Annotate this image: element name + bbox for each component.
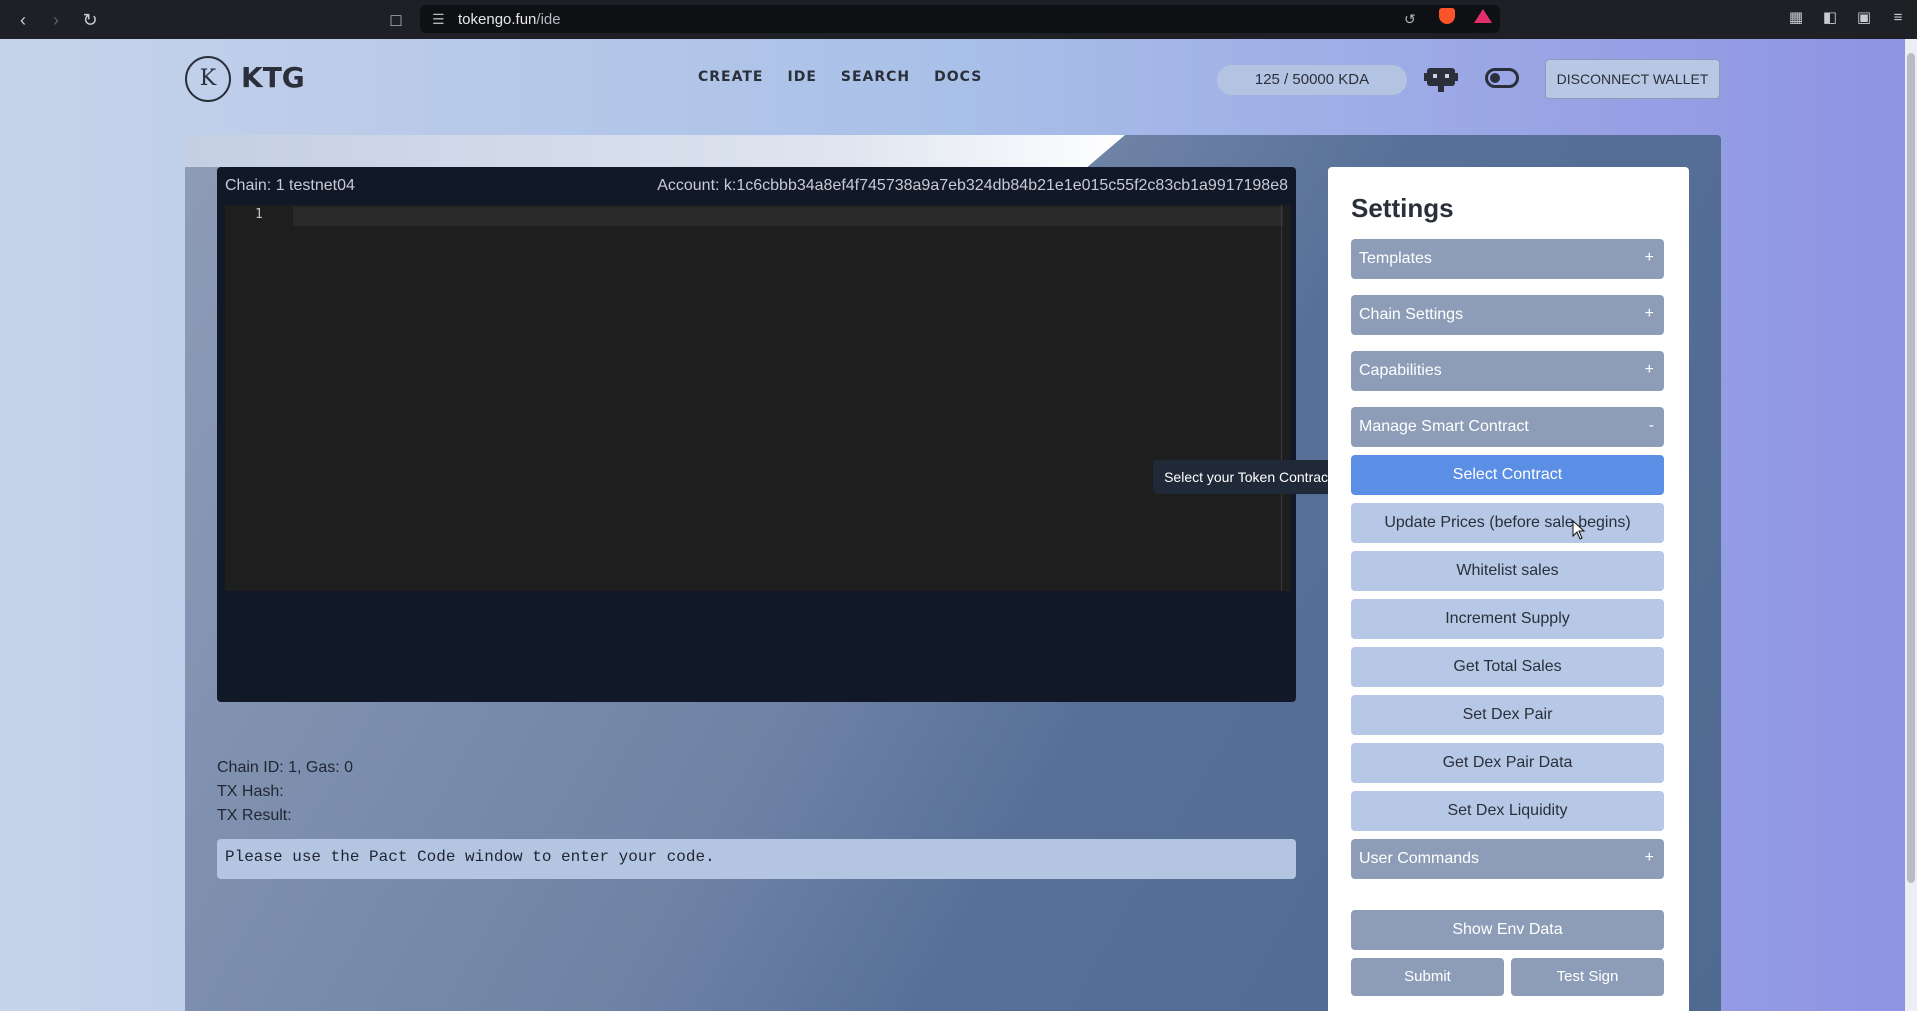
settings-panel: Settings Templates + Chain Settings + Ca…: [1328, 167, 1689, 1011]
ide-panel: Chain: 1 testnet04 Account: k:1c6cbbb34a…: [185, 135, 1721, 1011]
accordion-user-commands[interactable]: User Commands +: [1351, 839, 1664, 879]
whitelist-sales-button[interactable]: Whitelist sales: [1351, 551, 1664, 591]
get-total-sales-button[interactable]: Get Total Sales: [1351, 647, 1664, 687]
nav-docs[interactable]: DOCS: [934, 69, 982, 85]
brave-rewards-icon[interactable]: [1474, 9, 1492, 23]
set-dex-pair-button[interactable]: Set Dex Pair: [1351, 695, 1664, 735]
logo-text[interactable]: KTG: [241, 61, 305, 94]
robot-icon[interactable]: [1424, 64, 1458, 94]
url-text: tokengo.fun/ide: [458, 11, 561, 28]
editor-account-label: Account: k:1c6cbbb34a8ef4f745738a9a7eb32…: [657, 177, 1288, 194]
menu-icon[interactable]: ≡: [1888, 8, 1908, 28]
tx-result-label: TX Result:: [217, 807, 292, 824]
show-env-data-button[interactable]: Show Env Data: [1351, 910, 1664, 950]
test-sign-button[interactable]: Test Sign: [1511, 958, 1664, 996]
browser-toolbar: ‹ › ↻ □ ☰ tokengo.fun/ide ↺ ▦ ◧ ▣ ≡: [0, 0, 1917, 39]
balance-badge: 125 / 50000 KDA: [1217, 65, 1407, 95]
accordion-capabilities[interactable]: Capabilities +: [1351, 351, 1664, 391]
site-info-icon[interactable]: ☰: [432, 11, 445, 28]
settings-title: Settings: [1351, 193, 1454, 223]
active-line: [293, 207, 1283, 226]
accordion-templates[interactable]: Templates +: [1351, 239, 1664, 279]
mouse-cursor-icon: [1572, 520, 1586, 540]
extensions-icon[interactable]: ▦: [1786, 8, 1806, 28]
back-icon[interactable]: ‹: [10, 7, 36, 33]
editor-ruler: [1281, 205, 1282, 591]
get-dex-pair-data-button[interactable]: Get Dex Pair Data: [1351, 743, 1664, 783]
submit-button[interactable]: Submit: [1351, 958, 1504, 996]
wallet-icon[interactable]: ▣: [1854, 8, 1874, 28]
accordion-manage-smart-contract[interactable]: Manage Smart Contract -: [1351, 407, 1664, 447]
nav-search[interactable]: SEARCH: [841, 69, 910, 85]
expand-icon: +: [1644, 361, 1654, 378]
disconnect-wallet-button[interactable]: DISCONNECT WALLET: [1545, 59, 1720, 99]
share-icon[interactable]: ↺: [1404, 11, 1416, 28]
increment-supply-button[interactable]: Increment Supply: [1351, 599, 1664, 639]
nav-create[interactable]: CREATE: [698, 69, 763, 85]
accordion-chain-settings[interactable]: Chain Settings +: [1351, 295, 1664, 335]
line-number: 1: [255, 207, 263, 222]
chain-gas-info: Chain ID: 1, Gas: 0: [217, 759, 354, 776]
brave-shields-icon[interactable]: [1439, 8, 1455, 24]
panel-decoration: [185, 135, 1125, 167]
pact-code-input[interactable]: 1: [225, 205, 1290, 591]
output-console: Please use the Pact Code window to enter…: [217, 839, 1296, 879]
theme-toggle-icon[interactable]: [1485, 68, 1519, 88]
expand-icon: +: [1644, 305, 1654, 322]
sidebar-icon[interactable]: ◧: [1820, 8, 1840, 28]
nav-ide[interactable]: IDE: [787, 69, 816, 85]
page: K KTG CREATE IDE SEARCH DOCS 125 / 50000…: [0, 39, 1905, 1011]
scrollbar-thumb[interactable]: [1907, 53, 1915, 883]
tx-hash-label: TX Hash:: [217, 783, 284, 800]
address-bar[interactable]: ☰ tokengo.fun/ide ↺: [420, 5, 1500, 33]
set-dex-liquidity-button[interactable]: Set Dex Liquidity: [1351, 791, 1664, 831]
collapse-icon: -: [1648, 417, 1654, 434]
forward-icon[interactable]: ›: [43, 7, 69, 33]
expand-icon: +: [1644, 249, 1654, 266]
logo-icon[interactable]: K: [185, 56, 231, 102]
main-nav: CREATE IDE SEARCH DOCS: [698, 69, 982, 85]
bookmark-icon[interactable]: □: [383, 7, 409, 33]
code-editor: Chain: 1 testnet04 Account: k:1c6cbbb34a…: [217, 167, 1296, 702]
tooltip: Select your Token Contract: [1153, 460, 1349, 494]
select-contract-button[interactable]: Select Contract: [1351, 455, 1664, 495]
expand-icon: +: [1644, 849, 1654, 866]
page-scrollbar[interactable]: [1905, 39, 1917, 1011]
reload-icon[interactable]: ↻: [77, 7, 103, 33]
update-prices-button[interactable]: Update Prices (before sale begins): [1351, 503, 1664, 543]
editor-chain-label: Chain: 1 testnet04: [225, 177, 355, 194]
